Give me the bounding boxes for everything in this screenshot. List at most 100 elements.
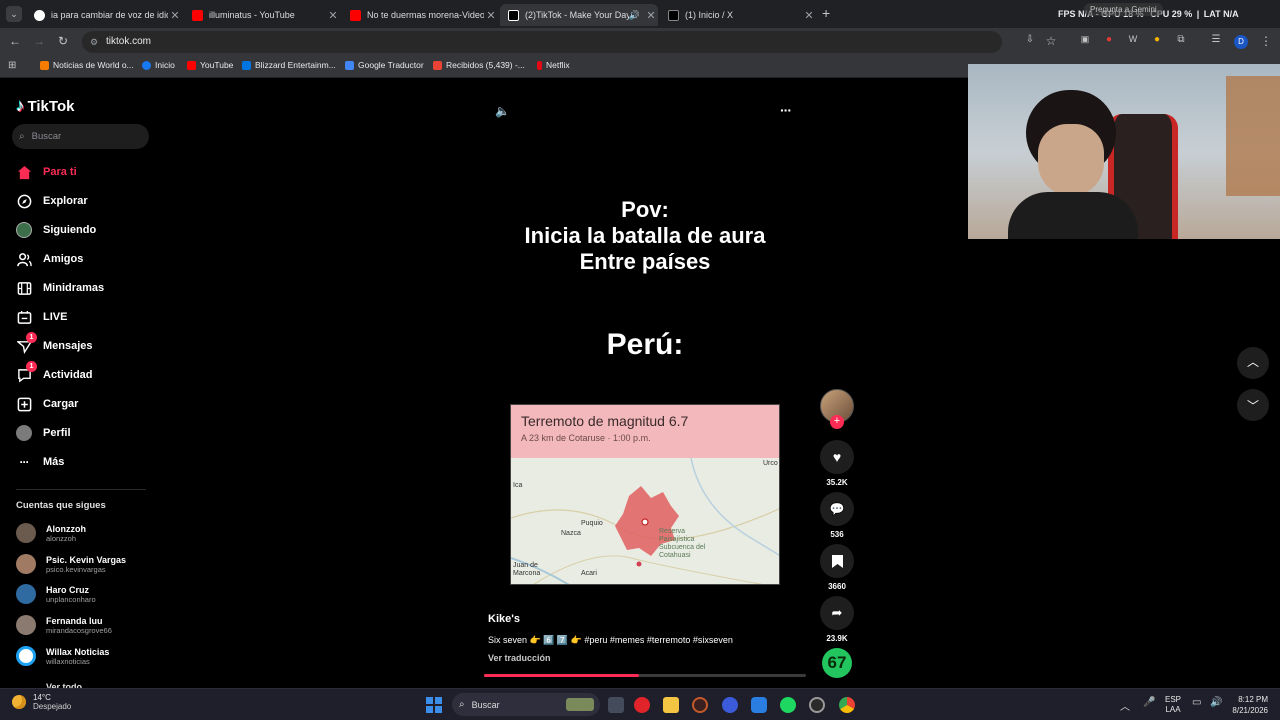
tiktok-sidebar: ♪ TikTok ⌕ Buscar Para ti Explorar Sigui… [0,80,160,692]
bookmark-item[interactable]: Inicio [142,60,175,70]
task-view-icon[interactable] [608,697,624,713]
followed-account[interactable]: Fernanda luu mirandacosgrove66 [16,615,112,635]
speaker-icon[interactable]: 🔊 [629,10,640,21]
menu-icon[interactable]: ⋮ [1258,34,1274,48]
youtube-icon [350,9,361,21]
bookmark-item[interactable]: Google Traductor [345,60,424,70]
steam-icon[interactable] [809,697,825,713]
chevron-up-icon[interactable]: ︿ [1120,698,1130,713]
opera-icon[interactable] [634,697,650,713]
input-language[interactable]: ESP LAA [1165,695,1181,715]
close-icon[interactable]: ✕ [802,9,816,22]
nav-item-mas[interactable]: ··· Más [16,454,65,470]
apps-icon[interactable]: ⊞ [8,60,16,71]
windows-logo-pane [435,697,442,704]
clock[interactable]: 8:12 PM 8/21/2026 [1226,694,1268,716]
translate-link[interactable]: Ver traducción [488,653,551,663]
live-icon [16,309,32,325]
browser-tab[interactable]: illuminatus - YouTube ✕ [184,4,340,26]
extension-icon[interactable]: ▣ [1077,34,1093,45]
earthquake-card: Terremoto de magnitud 6.7 A 23 km de Cot… [510,404,780,585]
nav-item-actividad[interactable]: 1 Actividad [16,361,93,383]
save-button[interactable]: 3660 [820,544,854,591]
app-icon[interactable] [751,697,767,713]
close-icon[interactable]: ✕ [644,9,658,22]
bookmark-star-icon[interactable]: ☆ [1043,34,1059,48]
creator-avatar-button[interactable]: + [820,389,854,429]
profile-avatar[interactable]: D [1234,35,1248,49]
scroll-up-button[interactable]: ︿ [1237,347,1269,379]
extension-icon[interactable]: ● [1149,34,1165,45]
share-button[interactable]: ➦ 23.9K [820,596,854,643]
nav-item-siguiendo[interactable]: Siguiendo [16,222,96,238]
map-road [533,555,763,584]
nav-item-cargar[interactable]: Cargar [16,396,78,412]
scroll-down-button[interactable]: ﹀ [1237,389,1269,421]
new-tab-button[interactable]: + [822,5,830,21]
nav-item-perfil[interactable]: Perfil [16,425,71,441]
forward-icon[interactable]: → [31,34,47,48]
back-icon[interactable]: ← [7,34,23,48]
more-options-icon[interactable]: ··· [780,102,792,118]
weather-widget[interactable]: 14°C Despejado [12,693,71,711]
gemini-button[interactable]: Pregunta a Gemini [1084,3,1163,16]
windows-logo-pane [435,706,442,713]
extension-icon[interactable]: W [1125,34,1141,44]
taskbar-search[interactable]: ⌕ Buscar [452,693,600,716]
follow-plus-icon[interactable]: + [830,415,844,429]
reload-icon[interactable]: ↻ [55,34,71,48]
nav-item-amigos[interactable]: Amigos [16,251,83,267]
bookmark-item[interactable]: YouTube [187,60,233,70]
video-player[interactable]: 🔈 ··· Pov: Inicia la batalla de aura Ent… [484,92,806,677]
followed-account[interactable]: Psic. Kevin Vargas psico.kevinvargas [16,554,126,574]
puzzle-icon[interactable]: ⧉ [1173,34,1189,45]
volume-icon[interactable]: 🔊 [1210,697,1222,708]
url-bar[interactable]: ⚙ tiktok.com [82,31,1002,53]
bookmark-item[interactable]: Blizzard Entertainm... [242,60,336,70]
like-button[interactable]: ♥ 35.2K [820,440,854,487]
followed-account[interactable]: Alonzzoh alonzzoh [16,523,86,543]
browser-tab[interactable]: (1) Inicio / X ✕ [660,4,816,26]
nav-item-live[interactable]: LIVE [16,309,67,325]
windows-logo-pane [426,706,433,713]
close-icon[interactable]: ✕ [326,9,340,22]
nav-item-mensajes[interactable]: 1 Mensajes [16,332,93,354]
messages-icon: 1 [16,332,37,354]
microphone-icon[interactable]: 🎤 [1143,697,1155,708]
tab-list-button[interactable]: ⌄ [6,6,22,22]
comment-button[interactable]: 💬 536 [820,492,854,539]
chrome-icon[interactable] [839,697,855,713]
start-button[interactable] [426,697,442,713]
progress-track[interactable] [484,674,806,677]
reading-list-icon[interactable]: ☰ [1208,34,1224,45]
progress-fill [484,674,639,677]
site-info-icon[interactable]: ⚙ [90,31,98,53]
bookmark-item[interactable]: Recibidos (5,439) -... [433,60,525,70]
browser-tab[interactable]: ia para cambiar de voz de idiom ✕ [26,4,182,26]
network-icon[interactable]: ▭ [1192,697,1201,708]
bookmark-item[interactable]: Netflix [537,60,570,70]
close-icon[interactable]: ✕ [484,9,498,22]
nav-item-explorar[interactable]: Explorar [16,193,88,209]
spotify-icon[interactable] [780,697,796,713]
browser-tab-active[interactable]: (2)TikTok - Make Your Day 🔊 ✕ [500,4,658,26]
followed-account[interactable]: Willax Noticias willaxnoticias [16,646,109,666]
extension-icon[interactable]: ● [1101,34,1117,45]
install-icon[interactable]: ⇩ [1022,34,1038,45]
tiktok-logo[interactable]: ♪ TikTok [16,96,74,116]
volume-icon[interactable]: 🔈 [495,104,510,118]
obs-icon[interactable] [692,697,708,713]
whatsapp-icon[interactable] [722,697,738,713]
nav-item-minidramas[interactable]: Minidramas [16,280,104,296]
file-explorer-icon[interactable] [663,697,679,713]
music-disc-button[interactable]: 67 [820,648,854,678]
card-header: Terremoto de magnitud 6.7 A 23 km de Cot… [511,405,779,458]
video-author[interactable]: Kike's [488,613,520,625]
search-input[interactable]: ⌕ Buscar [12,124,149,149]
blizzard-icon [242,60,251,70]
nav-item-para-ti[interactable]: Para ti [16,164,77,180]
bookmark-item[interactable]: Noticias de World o... [40,60,134,70]
followed-account[interactable]: Haro Cruz unplanconharo [16,584,96,604]
browser-tab[interactable]: No te duermas morena-Videos ✕ [342,4,498,26]
close-icon[interactable]: ✕ [168,9,182,22]
